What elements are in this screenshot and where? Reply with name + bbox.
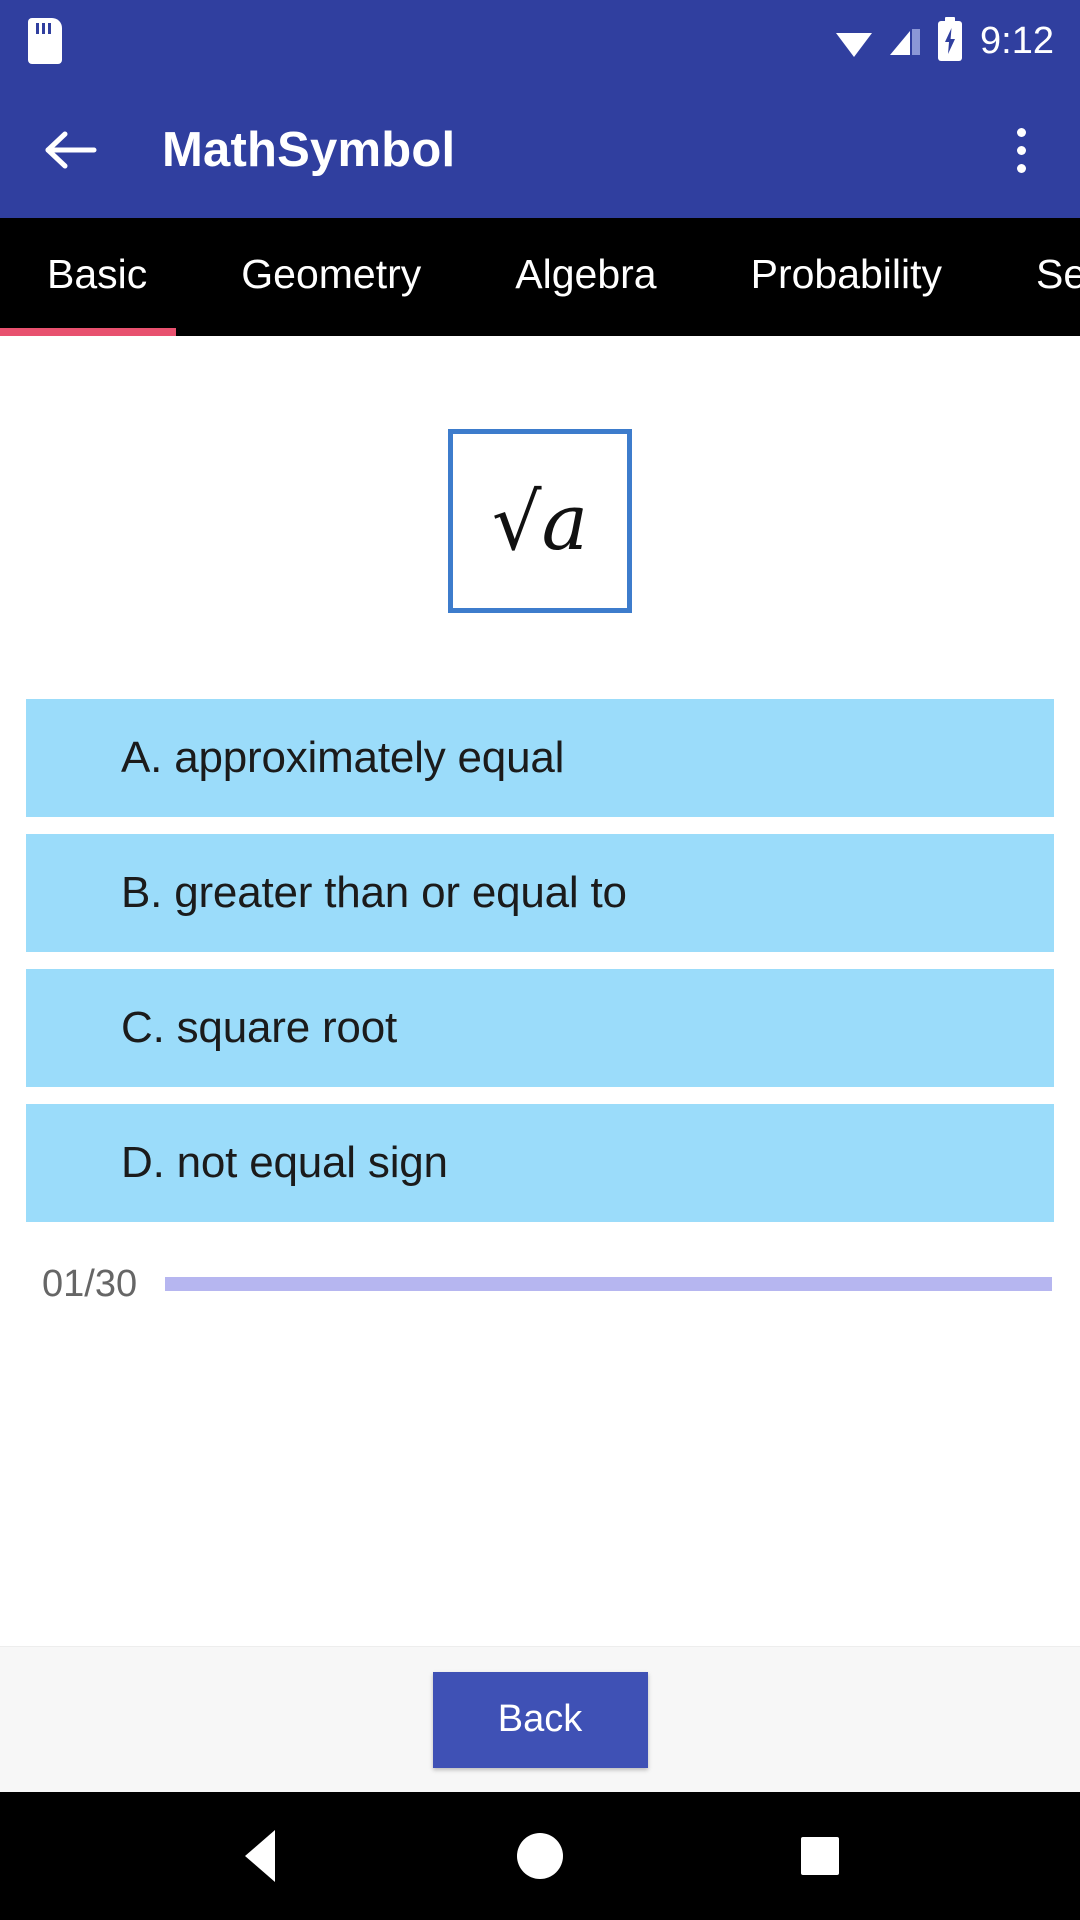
status-bar-left [28,18,62,64]
progress-bar [165,1277,1052,1291]
answer-option-d-label: D. not equal sign [121,1138,448,1187]
more-vertical-icon[interactable] [994,120,1048,180]
cellular-signal-icon [890,29,921,55]
tab-strip: Basic Geometry Algebra Probability Se [0,218,1080,330]
wifi-icon [836,33,873,57]
tab-selected-indicator [0,328,176,336]
android-navigation-bar [0,1792,1080,1920]
answer-option-a-label: A. approximately equal [121,733,565,782]
answer-option-c[interactable]: C. square root [26,969,1054,1087]
nav-recents-square-icon[interactable] [760,1792,880,1920]
status-bar: 9:12 [0,0,1080,82]
sd-card-icon [28,18,62,64]
math-symbol-glyph: √a [491,478,589,568]
answer-options-list: A. approximately equal B. greater than o… [0,699,1080,1239]
tab-sets[interactable]: Se [989,218,1080,330]
battery-charging-icon [938,17,963,61]
answer-option-b[interactable]: B. greater than or equal to [26,834,1054,952]
math-symbol-card: √a [448,429,632,613]
status-bar-clock: 9:12 [980,19,1054,62]
app-bar: MathSymbol [0,82,1080,218]
nav-home-circle-icon[interactable] [480,1792,600,1920]
progress-counter: 01/30 [42,1262,138,1305]
footer-bar: Back [0,1646,1080,1792]
tab-basic[interactable]: Basic [0,218,194,330]
answer-option-c-label: C. square root [121,1003,398,1052]
status-bar-right: 9:12 [834,17,1054,63]
tab-geometry[interactable]: Geometry [194,218,468,330]
progress-row: 01/30 [0,1252,1080,1316]
app-root: 9:12 MathSymbol Basic Geometry Algebra P… [0,0,1080,1920]
tab-algebra[interactable]: Algebra [468,218,703,330]
page-title: MathSymbol [162,123,456,177]
answer-option-b-label: B. greater than or equal to [121,868,627,917]
nav-back-triangle-icon[interactable] [200,1792,320,1920]
back-button[interactable]: Back [432,1671,648,1768]
progress-bar-fill [165,1277,195,1291]
answer-option-a[interactable]: A. approximately equal [26,699,1054,817]
answer-option-d[interactable]: D. not equal sign [26,1104,1054,1222]
question-content: √a A. approximately equal B. greater tha… [0,336,1080,1646]
arrow-left-icon[interactable] [44,123,98,177]
tab-probability[interactable]: Probability [704,218,989,330]
tab-bar[interactable]: Basic Geometry Algebra Probability Se [0,218,1080,336]
symbol-container: √a [0,336,1080,613]
